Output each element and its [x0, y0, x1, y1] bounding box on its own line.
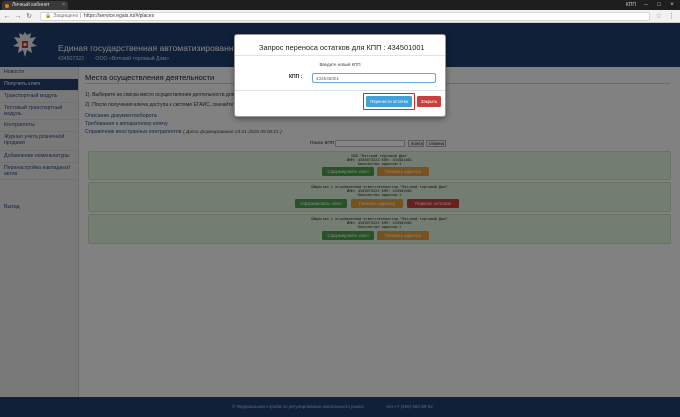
browser-user-label[interactable]: КПП: [626, 0, 636, 10]
minimize-icon[interactable]: –: [640, 0, 652, 10]
browser-tab-bar: Личный кабинет × КПП – □ ×: [0, 0, 680, 10]
new-kpp-label: КПП :: [289, 74, 303, 80]
lock-icon: 🔒: [45, 13, 52, 19]
reload-icon[interactable]: ↻: [25, 12, 33, 21]
browser-tab[interactable]: Личный кабинет ×: [2, 1, 68, 10]
new-kpp-input[interactable]: [312, 73, 436, 83]
forward-icon[interactable]: →: [14, 12, 22, 21]
maximize-icon[interactable]: □: [653, 0, 665, 10]
dialog-hint: Введите новый КПП: [319, 62, 361, 67]
browser-toolbar: ← → ↻ 🔒 Защищено | https://service.egais.r…: [0, 10, 680, 23]
tab-close-icon[interactable]: ×: [62, 1, 65, 10]
transfer-balances-dialog: Запрос переноса остатков для КПП : 43450…: [234, 34, 446, 117]
window-close-icon[interactable]: ×: [666, 0, 678, 10]
secure-label: Защищено: [53, 13, 79, 19]
dialog-footer-divider: [235, 90, 445, 91]
bookmark-star-icon[interactable]: ☆: [656, 12, 662, 21]
close-dialog-button[interactable]: Закрыть: [417, 96, 441, 107]
address-bar[interactable]: 🔒 Защищено | https://service.egais.ru/#/pl…: [40, 12, 650, 21]
address-url: https://service.egais.ru/#/places: [84, 13, 155, 19]
tab-title: Личный кабинет: [12, 2, 50, 8]
dialog-divider: [235, 55, 445, 56]
back-icon[interactable]: ←: [3, 12, 11, 21]
browser-menu-icon[interactable]: ⋮: [668, 12, 675, 21]
transfer-balances-submit-button[interactable]: Перенести остатки: [366, 96, 412, 107]
favicon-icon: [5, 3, 9, 8]
dialog-title: Запрос переноса остатков для КПП : 43450…: [259, 43, 425, 52]
